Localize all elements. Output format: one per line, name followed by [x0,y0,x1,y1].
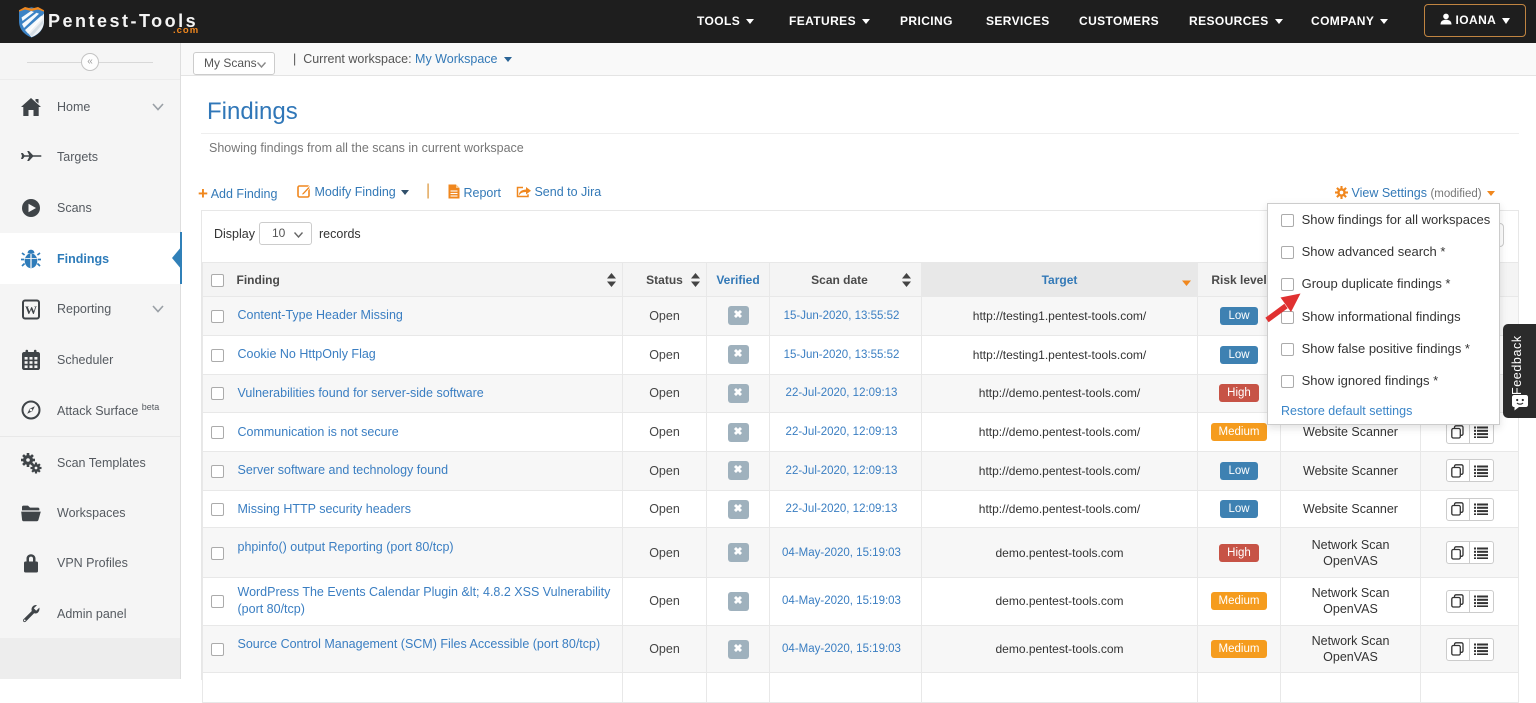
svg-text:W: W [25,303,37,317]
